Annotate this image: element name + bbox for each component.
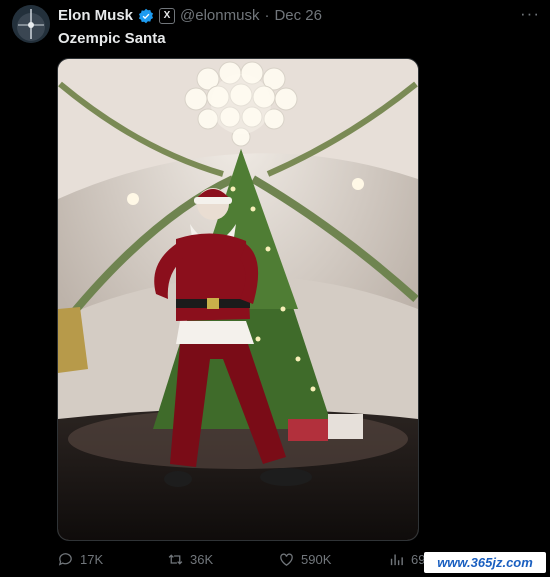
affiliate-badge: X	[159, 7, 176, 24]
retweet-button[interactable]: 36K	[167, 551, 213, 568]
verified-badge-icon	[138, 8, 154, 23]
avatar-image	[12, 5, 50, 43]
tweet-text: Ozempic Santa	[58, 30, 166, 47]
tweet-header: Elon Musk X @elonmusk · Dec 26	[58, 7, 322, 24]
author-handle[interactable]: @elonmusk	[180, 7, 259, 24]
views-icon	[390, 554, 403, 566]
site-watermark: www.365jz.com	[424, 552, 546, 573]
photo-image	[58, 59, 418, 540]
reply-count: 17K	[80, 552, 104, 567]
tweet-date[interactable]: Dec 26	[274, 7, 322, 24]
more-options-icon[interactable]: ···	[520, 4, 540, 24]
author-name[interactable]: Elon Musk	[58, 7, 133, 24]
like-button[interactable]: 590K	[278, 551, 331, 568]
like-icon	[280, 553, 293, 566]
reply-icon	[58, 553, 72, 566]
retweet-icon	[168, 554, 183, 565]
reply-button[interactable]: 17K	[57, 551, 103, 568]
like-count: 590K	[301, 552, 332, 567]
tweet-photo[interactable]	[57, 58, 419, 541]
separator-dot: ·	[264, 7, 270, 24]
profile-avatar[interactable]	[12, 5, 50, 43]
retweet-count: 36K	[190, 552, 214, 567]
views-button[interactable]: 69	[388, 551, 425, 568]
